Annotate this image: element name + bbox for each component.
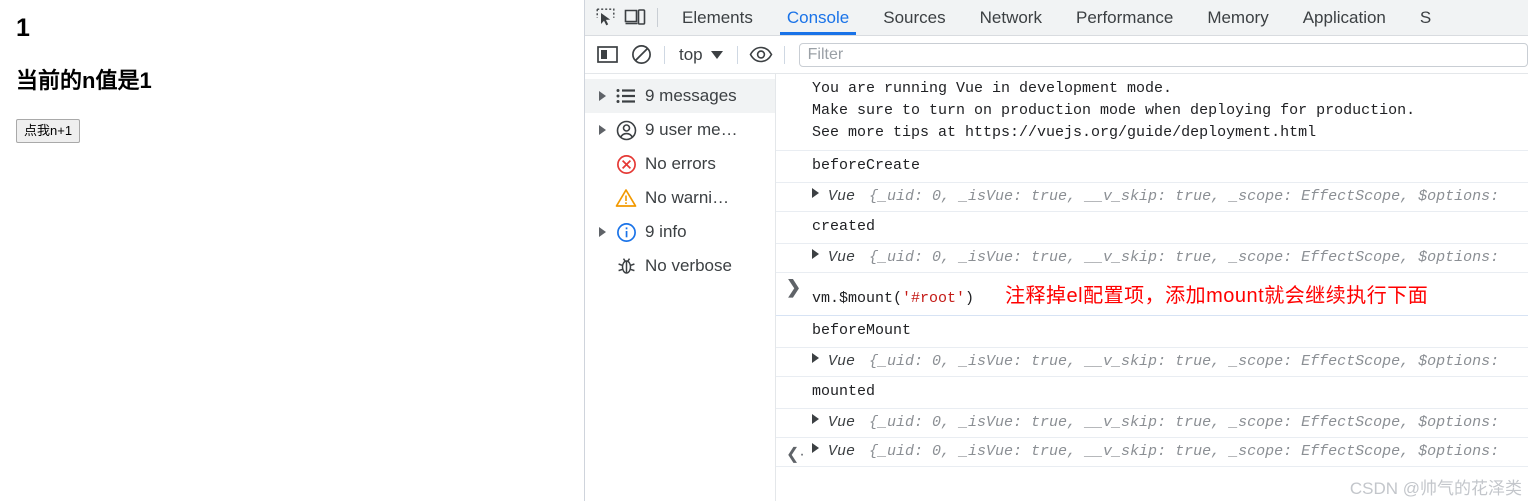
- log-entry-vue-object[interactable]: Vue {_uid: 0, _isVue: true, __v_skip: tr…: [776, 348, 1528, 378]
- list-icon: [611, 88, 641, 104]
- log-text: mounted: [812, 383, 876, 401]
- filter-input[interactable]: [807, 45, 1519, 64]
- notice-line-3: See more tips at https://vuejs.org/guide…: [776, 122, 1528, 144]
- sidebar-item-label: 9 messages: [645, 86, 737, 105]
- prompt-code-suffix: ): [965, 289, 975, 307]
- console-log[interactable]: You are running Vue in development mode.…: [776, 74, 1528, 501]
- expand-triangle-icon[interactable]: [812, 187, 819, 198]
- log-entry-vue-dev-notice[interactable]: You are running Vue in development mode.…: [776, 74, 1528, 151]
- prompt-code-string: '#root': [902, 289, 966, 307]
- page-heading: 1: [16, 14, 30, 42]
- browser-page-viewport: 1 当前的n值是1 点我n+1: [0, 0, 585, 501]
- log-entry-before-create[interactable]: beforeCreate: [776, 151, 1528, 183]
- sidebar-item-errors[interactable]: No errors: [585, 147, 775, 181]
- expand-arrow-icon[interactable]: [593, 125, 611, 135]
- console-prompt-entry[interactable]: ❯ vm.$mount('#root') 注释掉el配置项，添加mount就会继…: [776, 273, 1528, 316]
- log-entry-return-value[interactable]: ❮· Vue {_uid: 0, _isVue: true, __v_skip:…: [776, 438, 1528, 468]
- console-sidebar: 9 messages 9 user me… No errors No warni…: [585, 74, 776, 501]
- devtools-tabstrip: Elements Console Sources Network Perform…: [585, 0, 1528, 36]
- tab-memory[interactable]: Memory: [1190, 0, 1285, 35]
- bug-icon: [611, 257, 641, 276]
- sidebar-item-label: No verbose: [645, 256, 732, 275]
- object-preview: {_uid: 0, _isVue: true, __v_skip: true, …: [869, 353, 1500, 371]
- console-body: 9 messages 9 user me… No errors No warni…: [585, 74, 1528, 501]
- object-preview: {_uid: 0, _isVue: true, __v_skip: true, …: [869, 187, 1500, 205]
- object-preview: {_uid: 0, _isVue: true, __v_skip: true, …: [869, 248, 1500, 266]
- notice-line-1: You are running Vue in development mode.: [812, 80, 1173, 97]
- device-toolbar-icon[interactable]: [620, 0, 650, 35]
- toolbar-divider: [783, 45, 785, 64]
- prompt-chevron-icon: ❯: [786, 276, 802, 297]
- expand-arrow-icon[interactable]: [593, 91, 611, 101]
- log-text: created: [812, 217, 876, 235]
- tab-network[interactable]: Network: [963, 0, 1059, 35]
- user-icon: [611, 120, 641, 141]
- object-constructor-name: Vue: [828, 248, 856, 266]
- toolbar-divider: [664, 45, 665, 64]
- console-filter[interactable]: [798, 42, 1528, 67]
- log-entry-mounted[interactable]: mounted: [776, 377, 1528, 410]
- expand-triangle-icon[interactable]: [812, 443, 819, 454]
- log-entry-before-mount[interactable]: beforeMount: [776, 316, 1528, 349]
- execution-context-label: top: [679, 44, 703, 64]
- sidebar-item-info[interactable]: 9 info: [585, 215, 775, 249]
- object-constructor-name: Vue: [828, 414, 856, 432]
- execution-context-selector[interactable]: top: [671, 45, 731, 65]
- screenshot-root: 1 当前的n值是1 点我n+1 Elements Console Sources…: [0, 0, 1528, 501]
- log-text: beforeCreate: [812, 156, 921, 174]
- notice-line-3-prefix: See more tips at: [812, 124, 966, 142]
- object-preview: {_uid: 0, _isVue: true, __v_skip: true, …: [869, 414, 1500, 432]
- chevron-down-icon: [710, 50, 723, 59]
- increment-button[interactable]: 点我n+1: [16, 118, 81, 144]
- log-entry-vue-object[interactable]: Vue {_uid: 0, _isVue: true, __v_skip: tr…: [776, 409, 1528, 439]
- toolbar-divider: [736, 45, 738, 64]
- page-subheading: 当前的n值是1: [16, 67, 152, 93]
- inspect-element-icon[interactable]: [590, 0, 620, 35]
- warning-icon: [611, 188, 641, 208]
- tab-elements[interactable]: Elements: [665, 0, 770, 35]
- notice-line-2: Make sure to turn on production mode whe…: [812, 102, 1416, 120]
- sidebar-item-user-messages[interactable]: 9 user me…: [585, 113, 775, 147]
- sidebar-item-messages[interactable]: 9 messages: [585, 79, 775, 113]
- log-text: beforeMount: [812, 321, 912, 339]
- live-expression-icon[interactable]: [744, 40, 778, 70]
- sidebar-item-label: 9 user me…: [645, 120, 738, 139]
- sidebar-item-warnings[interactable]: No warni…: [585, 181, 775, 215]
- log-entry-vue-object[interactable]: Vue {_uid: 0, _isVue: true, __v_skip: tr…: [776, 244, 1528, 273]
- info-icon: [611, 222, 641, 243]
- toolbar-divider: [657, 8, 658, 27]
- watermark: CSDN @帅气的花泽类: [1349, 479, 1522, 498]
- expand-arrow-icon[interactable]: [593, 227, 611, 237]
- sidebar-item-label: No warni…: [645, 188, 730, 207]
- tab-security[interactable]: S: [1403, 0, 1448, 35]
- prompt-code-prefix: vm.$mount(: [812, 289, 903, 307]
- console-sidebar-toggle-icon[interactable]: [590, 40, 624, 70]
- expand-triangle-icon[interactable]: [812, 248, 819, 259]
- sidebar-item-label: No errors: [645, 154, 716, 173]
- expand-triangle-icon[interactable]: [812, 353, 819, 364]
- deployment-guide-link[interactable]: https://vuejs.org/guide/deployment.html: [965, 124, 1316, 141]
- tab-sources[interactable]: Sources: [866, 0, 962, 35]
- object-constructor-name: Vue: [828, 187, 856, 205]
- sidebar-item-label: 9 info: [645, 222, 687, 241]
- log-entry-vue-object[interactable]: Vue {_uid: 0, _isVue: true, __v_skip: tr…: [776, 183, 1528, 212]
- object-constructor-name: Vue: [828, 353, 856, 371]
- return-value-chevron-icon: ❮·: [786, 446, 805, 464]
- expand-triangle-icon[interactable]: [812, 414, 819, 425]
- object-preview: {_uid: 0, _isVue: true, __v_skip: true, …: [869, 443, 1500, 461]
- object-constructor-name: Vue: [828, 443, 856, 461]
- log-entry-created[interactable]: created: [776, 212, 1528, 244]
- error-icon: [611, 154, 641, 175]
- console-toolbar: top: [585, 36, 1528, 74]
- tab-console[interactable]: Console: [770, 0, 866, 35]
- sidebar-item-verbose[interactable]: No verbose: [585, 249, 775, 283]
- clear-console-icon[interactable]: [624, 40, 658, 70]
- annotation-text: 注释掉el配置项，添加mount就会继续执行下面: [1005, 284, 1429, 307]
- tab-application[interactable]: Application: [1286, 0, 1403, 35]
- prompt-code[interactable]: vm.$mount('#root'): [776, 290, 974, 307]
- tab-performance[interactable]: Performance: [1059, 0, 1190, 35]
- devtools-panel: Elements Console Sources Network Perform…: [585, 0, 1528, 501]
